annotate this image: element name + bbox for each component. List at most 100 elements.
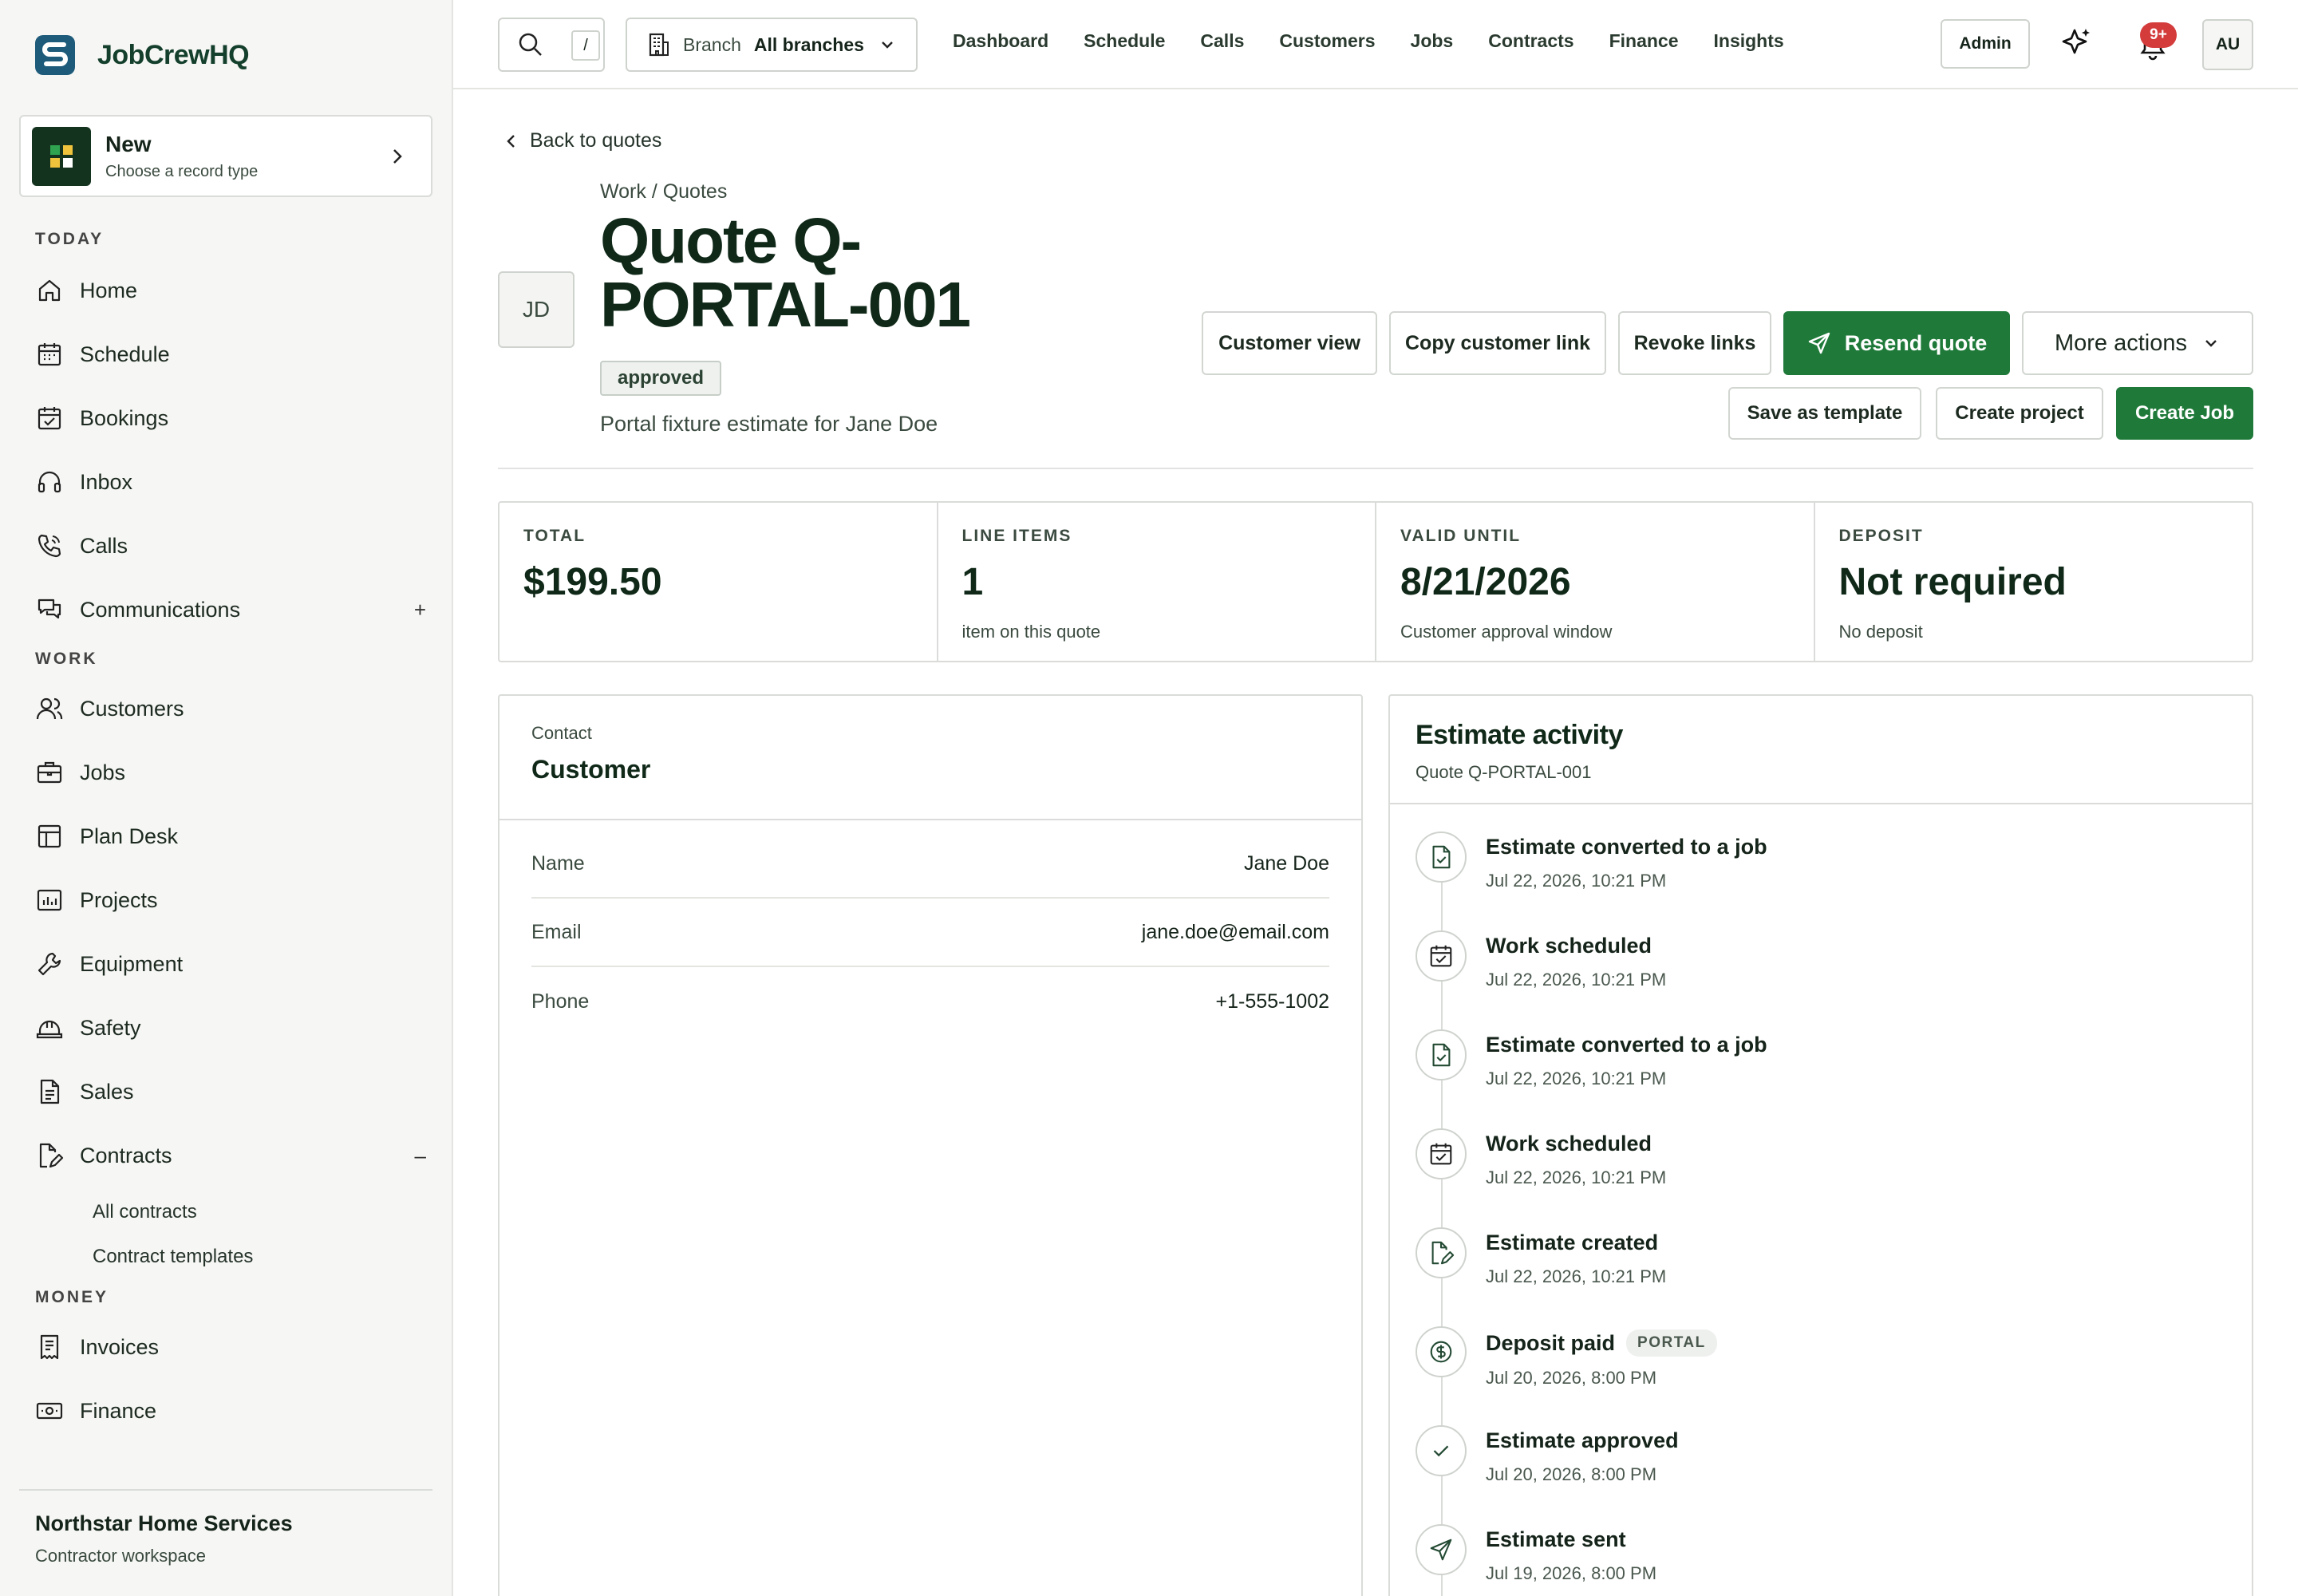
event-source-tag: PORTAL xyxy=(1626,1329,1717,1357)
breadcrumb: Work / Quotes xyxy=(600,180,728,203)
expand-communications-toggle[interactable]: + xyxy=(414,598,426,622)
sidebar-item-invoices[interactable]: Invoices xyxy=(35,1323,426,1371)
brand-name: JobCrewHQ xyxy=(97,39,250,70)
branch-select[interactable]: Branch All branches xyxy=(626,18,918,72)
activity-event: Work scheduled Jul 22, 2026, 10:21 PM xyxy=(1416,930,2213,1029)
building-icon xyxy=(649,33,669,57)
search-button[interactable]: / xyxy=(498,18,605,72)
contact-field-value[interactable]: Jane Doe xyxy=(1244,852,1329,875)
contact-field-value[interactable]: jane.doe@email.com xyxy=(1142,921,1329,944)
notification-badge: 9+ xyxy=(2140,22,2177,48)
event-icon xyxy=(1416,1029,1467,1080)
sparkles-icon[interactable] xyxy=(2057,24,2095,62)
sidebar-item-schedule[interactable]: Schedule xyxy=(35,330,426,378)
briefcase-icon xyxy=(37,761,62,784)
nav-insights[interactable]: Insights xyxy=(1714,30,1784,52)
stat-value: $199.50 xyxy=(523,561,662,603)
event-date: Jul 20, 2026, 8:00 PM xyxy=(1486,1464,1657,1484)
save-as-template-button[interactable]: Save as template xyxy=(1728,387,1921,440)
layout-icon-wrap xyxy=(35,822,64,851)
quote-stats: TOTAL $199.50 LINE ITEMS 1 item on this quot… xyxy=(498,501,2253,662)
sidebar-item-label: Inbox xyxy=(80,469,133,494)
hardhat-icon xyxy=(36,1020,63,1039)
home-icon-wrap xyxy=(35,276,64,305)
chat-icon xyxy=(38,598,61,619)
sidebar-item-customers[interactable]: Customers xyxy=(35,685,426,733)
brand[interactable]: JobCrewHQ xyxy=(32,32,250,78)
stat-label: DEPOSIT xyxy=(1838,527,1924,545)
nav-calls[interactable]: Calls xyxy=(1200,30,1244,52)
stat-label: VALID UNTIL xyxy=(1400,527,1522,545)
sidebar-item-bookings[interactable]: Bookings xyxy=(35,394,426,442)
sidebar-item-label: Projects xyxy=(80,887,158,912)
create-job-button[interactable]: Create Job xyxy=(2116,387,2253,440)
event-icon xyxy=(1416,1227,1467,1278)
sidebar-item-projects[interactable]: Projects xyxy=(35,876,426,924)
sidebar-item-calls[interactable]: Calls xyxy=(35,522,426,570)
copy-customer-link-button[interactable]: Copy customer link xyxy=(1389,311,1606,375)
event-date: Jul 22, 2026, 10:21 PM xyxy=(1486,1266,1667,1286)
nav-contracts[interactable]: Contracts xyxy=(1488,30,1573,52)
sidebar-item-contracts[interactable]: Contracts – xyxy=(35,1132,426,1179)
activity-subtitle: Quote Q-PORTAL-001 xyxy=(1416,762,1592,782)
org-name: Northstar Home Services xyxy=(35,1511,293,1535)
contact-field-value[interactable]: +1-555-1002 xyxy=(1216,990,1329,1013)
stat-value: 1 xyxy=(961,561,984,603)
event-title: Estimate created xyxy=(1486,1231,1659,1254)
sidebar-item-label: Plan Desk xyxy=(80,824,179,848)
stat-line-items: LINE ITEMS 1 item on this quote xyxy=(938,503,1376,661)
sidebar-item-label: Customers xyxy=(80,696,184,721)
topbar: / Branch All branches Dashboard Schedule C… xyxy=(453,0,2298,89)
more-actions-button[interactable]: More actions xyxy=(2022,311,2253,375)
sidebar-item-label: Schedule xyxy=(80,342,170,366)
banknote-icon-wrap xyxy=(35,1396,64,1425)
create-project-button[interactable]: Create project xyxy=(1936,387,2103,440)
section-work: WORK xyxy=(35,650,98,668)
sidebar-item-label: Calls xyxy=(80,533,128,558)
collapse-contracts-toggle[interactable]: – xyxy=(415,1144,426,1168)
sidebar-item-finance[interactable]: Finance xyxy=(35,1387,426,1435)
nav-jobs[interactable]: Jobs xyxy=(1411,30,1454,52)
sidebar-item-label: Contracts xyxy=(80,1143,172,1167)
sidebar-item-home[interactable]: Home xyxy=(35,267,426,314)
new-record-button[interactable]: New Choose a record type xyxy=(19,115,432,197)
calendar-icon-wrap xyxy=(35,340,64,369)
org-subtitle: Contractor workspace xyxy=(35,1546,206,1566)
calendar-check-icon xyxy=(1430,945,1452,967)
sidebar-sub-all-contracts[interactable]: All contracts xyxy=(93,1201,197,1223)
workspace-switcher[interactable]: Northstar Home Services Contractor works… xyxy=(19,1489,432,1587)
admin-button[interactable]: Admin xyxy=(1941,19,2030,69)
sidebar-item-inbox[interactable]: Inbox xyxy=(35,458,426,506)
user-avatar[interactable]: AU xyxy=(2202,19,2253,70)
send-icon xyxy=(1808,332,1830,354)
page-title: Quote Q-PORTAL-001 xyxy=(600,205,971,340)
sidebar-sub-contract-templates[interactable]: Contract templates xyxy=(93,1246,253,1268)
nav-finance[interactable]: Finance xyxy=(1609,30,1679,52)
sidebar-item-label: Bookings xyxy=(80,405,169,430)
invoice-icon-wrap xyxy=(35,1333,64,1361)
revoke-links-button[interactable]: Revoke links xyxy=(1618,311,1771,375)
wrench-icon-wrap xyxy=(35,950,64,978)
resend-quote-button[interactable]: Resend quote xyxy=(1783,311,2010,375)
activity-event: Estimate sent Jul 19, 2026, 8:00 PM xyxy=(1416,1524,2213,1596)
sidebar-item-label: Jobs xyxy=(80,760,126,784)
nav-dashboard[interactable]: Dashboard xyxy=(953,30,1048,52)
stat-label: TOTAL xyxy=(523,527,586,545)
activity-title: Estimate activity xyxy=(1416,720,1623,750)
back-to-quotes-link[interactable]: Back to quotes xyxy=(503,129,661,152)
contact-row-name: Name Jane Doe xyxy=(531,830,1329,899)
sidebar-item-plan-desk[interactable]: Plan Desk xyxy=(35,812,426,860)
sidebar-item-label: Communications xyxy=(80,597,241,622)
sidebar-item-equipment[interactable]: Equipment xyxy=(35,940,426,988)
event-icon xyxy=(1416,1128,1467,1179)
event-icon xyxy=(1416,1524,1467,1575)
new-record-title: New xyxy=(105,132,152,156)
contact-kicker: Contact xyxy=(531,723,592,743)
sidebar-item-safety[interactable]: Safety xyxy=(35,1004,426,1052)
sidebar-item-sales[interactable]: Sales xyxy=(35,1068,426,1116)
sidebar-item-communications[interactable]: Communications + xyxy=(35,586,426,634)
nav-customers[interactable]: Customers xyxy=(1279,30,1375,52)
customer-view-button[interactable]: Customer view xyxy=(1202,311,1377,375)
sidebar-item-jobs[interactable]: Jobs xyxy=(35,749,426,796)
nav-schedule[interactable]: Schedule xyxy=(1084,30,1165,52)
